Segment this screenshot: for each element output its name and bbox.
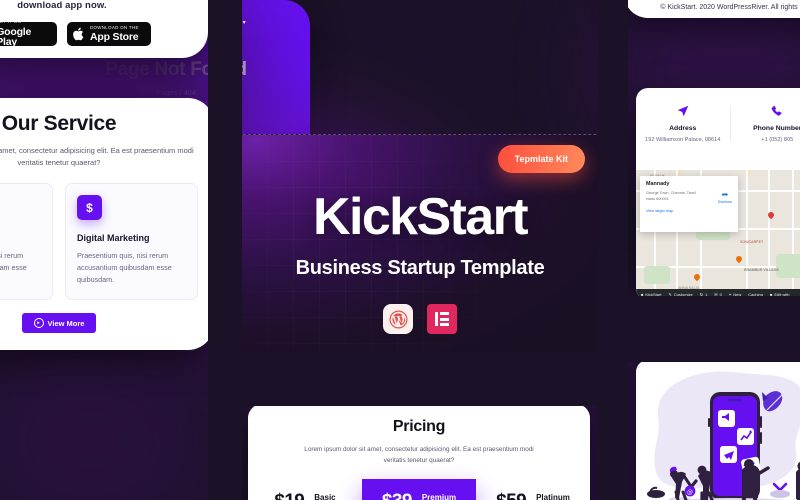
wordpress-glyph [389,310,407,328]
contact-title: Phone Number [753,125,800,132]
service-subtitle: Lorem ipsum dolor sit amet, consectetur … [0,146,194,167]
view-more-label: View More [47,318,85,328]
directions-icon: ➦ [721,190,729,199]
screenshot-stage: We are here to give you live updates so … [0,0,800,500]
plan-name: Platinum [536,493,570,500]
map-embed[interactable]: SOWCARPET ERAMBUR VILLAGE KILPAUK ANNA S… [636,170,800,300]
hero-main-panel: Tepmlate Kit KickStart Business Startup … [240,134,600,360]
background-glow [0,330,220,500]
service-item-body: Praesentium quis, nisi rerum accusantium… [0,251,27,272]
map-place-address: George Town, Chennai, Tamil Nadu 600001 [646,191,696,201]
plugin-icons [241,304,599,334]
location-arrow-icon [676,104,690,120]
pricing-title: Pricing [392,418,446,435]
layout-gutter [208,78,242,138]
svg-text:@: @ [687,489,693,496]
plan-price: $59 [496,491,527,500]
map-place-title: Mannady [646,181,670,187]
wordpress-icon[interactable] [383,304,413,334]
service-item-body: Praesentium quis, nisi rerum accusantium… [77,251,172,284]
service-item-title: Digital Marketing [77,233,150,243]
page-not-found-title: Page Not Found [105,59,247,80]
breadcrumb: Pages / 404 [155,88,197,97]
phone-icon [770,104,784,120]
pricing-subtitle: Lorem ipsum dolor sit amet, consectetur … [304,446,534,464]
pricing-plans: $19 Basic Fast $39 Premium Discover $59 … [248,479,590,500]
layout-gutter [598,296,800,362]
pricing-plan-premium[interactable]: $39 Premium Discover [362,479,476,500]
map-info-card[interactable]: Mannady George Town, Chennai, Tamil Nadu… [640,176,738,232]
app-store-large-text: App Store [90,30,139,43]
app-download-headline: We are here to give you live updates so … [17,0,107,11]
plan-price: $39 [382,491,413,500]
chevron-down-icon: ▾ [242,20,246,26]
layout-gutter [208,0,242,500]
pricing-plan-basic[interactable]: $19 Basic Fast [248,479,362,500]
map-park [776,254,800,278]
google-play-badge[interactable]: GET IT ON Google Play [0,19,57,49]
elementor-glyph [434,312,450,326]
hero-subtitle: Business Startup Template [295,257,545,279]
map-label: ERAMBUR VILLAGE [744,268,779,272]
google-play-large-text: Google Play [0,25,32,49]
contact-value: 192 Williamson Palace, 08614 [645,137,721,143]
phone-glyph [771,105,782,116]
contact-title: Address [669,125,697,132]
service-items: App Praesentium quis, nisi rerum accusan… [0,183,198,300]
illustration-card: @ [636,360,800,500]
hero-title: KickStart [313,188,529,246]
our-service-card: Our Service Lorem ipsum dolor sit amet, … [0,98,214,350]
app-download-card: We are here to give you live updates so … [0,0,208,58]
pricing-card: Pricing Lorem ipsum dolor sit amet, cons… [248,404,590,500]
chevron-down-icon: ▾ [195,20,199,26]
location-arrow-glyph [677,105,688,117]
elementor-icon[interactable] [427,304,457,334]
copyright-card: © KickStart. 2020 WordPressRiver. All ri… [624,0,800,18]
pricing-plan-platinum[interactable]: $59 Platinum Fast [476,479,590,500]
mobile-app-team-illustration: @ [647,371,800,500]
contact-card: Address 192 Williamson Palace, 08614 Pho… [636,88,800,300]
service-item-app[interactable]: App Praesentium quis, nisi rerum accusan… [0,183,53,300]
app-store-badge[interactable]: Download on the App Store [67,22,151,46]
service-item-title: App [0,233,41,243]
app-store-small-text: Download on the [90,24,139,30]
plan-price: $19 [274,491,305,500]
service-item-digital-marketing[interactable]: $ Digital Marketing Praesentium quis, ni… [65,183,198,300]
contact-address: Address 192 Williamson Palace, 08614 [636,104,730,143]
map-view-larger-link[interactable]: View larger map [646,209,732,213]
person-right [796,461,800,500]
copyright-text: © KickStart. 2020 WordPressRiver. All ri… [660,4,798,11]
dollar-icon: $ [77,195,102,220]
view-more-button[interactable]: ▸ View More [22,313,96,333]
contact-columns: Address 192 Williamson Palace, 08614 Pho… [636,88,800,153]
map-park [644,266,670,284]
map-label: SOWCARPET [740,240,764,244]
layout-gutter [208,352,628,406]
plan-name: Premium [421,493,457,500]
store-badges: GET IT ON Google Play Download on the Ap… [0,19,151,49]
contact-phone: Phone Number +1 (052) 805 [731,104,800,143]
map-directions-button[interactable]: ➦ Directions [718,190,732,204]
service-title: Our Service [1,112,117,135]
layout-gutter [598,16,628,106]
directions-label: Directions [717,200,732,204]
apple-icon [73,27,84,41]
contact-value: +1 (052) 805 [761,137,794,143]
play-circle-icon: ▸ [33,318,44,328]
plan-name: Basic [314,493,336,500]
google-play-small-text: GET IT ON [0,19,22,25]
